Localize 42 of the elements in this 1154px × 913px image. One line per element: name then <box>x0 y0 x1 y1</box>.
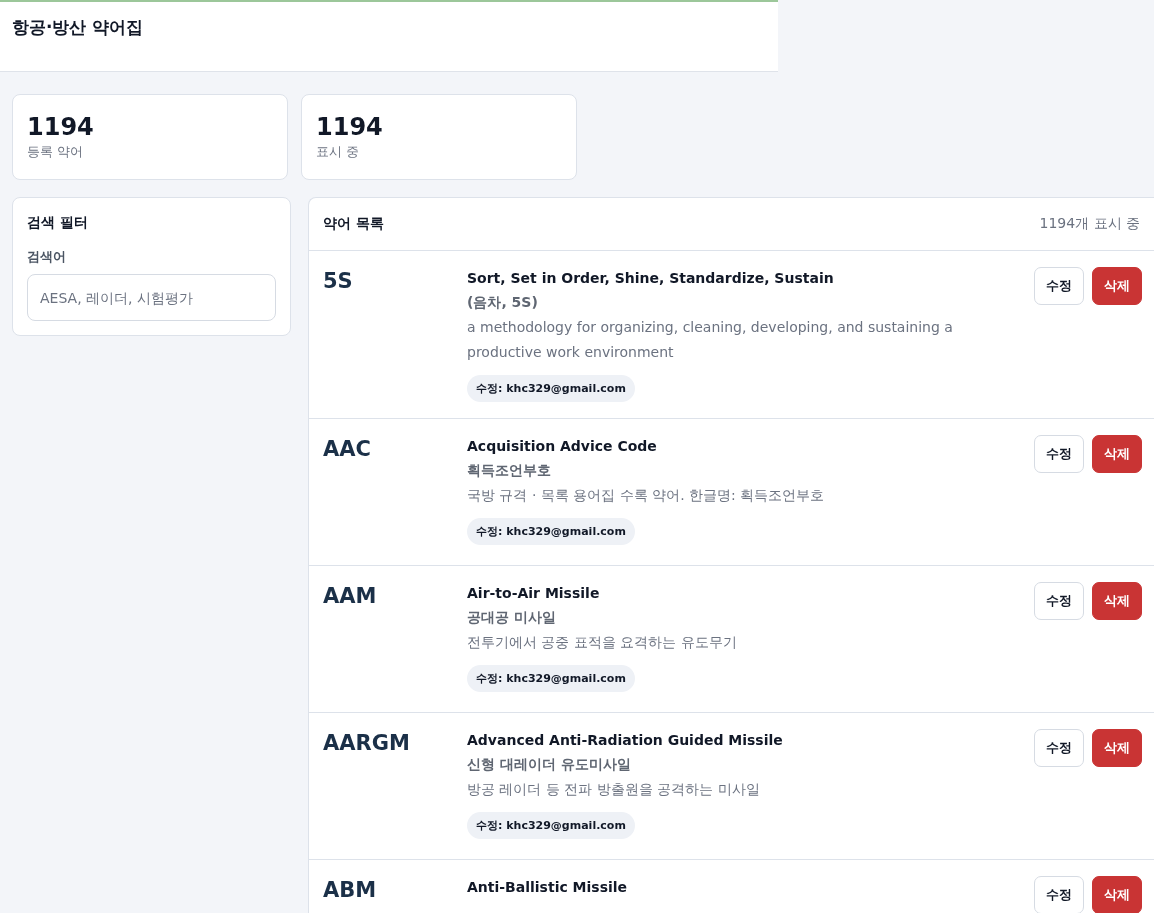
edit-button[interactable]: 수정 <box>1034 729 1084 767</box>
editor-tag: 수정: khc329@gmail.com <box>467 812 635 839</box>
list-count: 1194개 표시 중 <box>1039 215 1140 233</box>
delete-button[interactable]: 삭제 <box>1092 267 1142 305</box>
english-term: Anti-Ballistic Missile <box>467 878 628 897</box>
abbreviation: 5S <box>323 268 354 295</box>
english-term: Advanced Anti-Radiation Guided Missile <box>467 731 783 750</box>
filter-title: 검색 필터 <box>27 214 88 232</box>
editor-tag: 수정: khc329@gmail.com <box>467 665 635 692</box>
list-title: 약어 목록 <box>323 215 384 233</box>
english-term: Air-to-Air Missile <box>467 584 600 603</box>
delete-button[interactable]: 삭제 <box>1092 582 1142 620</box>
korean-term: (음차, 5S) <box>467 293 538 312</box>
edit-button[interactable]: 수정 <box>1034 435 1084 473</box>
description: a methodology for organizing, cleaning, developing, and sustaining a productive work environment <box>467 318 954 362</box>
description: 방공 레이더 등 전파 방출원을 공격하는 미사일 <box>467 780 760 799</box>
korean-term: 획득조언부호 <box>467 461 551 480</box>
stat-label: 표시 중 <box>316 143 360 161</box>
description: 전투기에서 공중 표적을 요격하는 유도무기 <box>467 633 737 652</box>
search-field[interactable]: AESA, 레이더, 시험평가 <box>27 274 276 321</box>
delete-button[interactable]: 삭제 <box>1092 435 1142 473</box>
edit-button[interactable]: 수정 <box>1034 876 1084 913</box>
edit-button[interactable]: 수정 <box>1034 267 1084 305</box>
abbreviation: AAC <box>323 436 372 463</box>
field-label: 검색어 <box>27 248 66 266</box>
english-term: Sort, Set in Order, Shine, Standardize, Sustain <box>467 269 834 288</box>
stat-label: 등록 약어 <box>27 143 84 161</box>
abbreviation: ABM <box>323 877 378 904</box>
korean-term: 신형 대레이더 유도미사일 <box>467 755 631 774</box>
editor-tag: 수정: khc329@gmail.com <box>467 518 635 545</box>
description: 국방 규격 · 목록 용어집 수록 약어. 한글명: 획득조언부호 <box>467 486 825 505</box>
abbreviation: AAM <box>323 583 378 610</box>
edit-button[interactable]: 수정 <box>1034 582 1084 620</box>
english-term: Acquisition Advice Code <box>467 437 657 456</box>
editor-tag: 수정: khc329@gmail.com <box>467 375 635 402</box>
stat-value: 1194 <box>27 113 94 141</box>
app-title: 항공·방산 약어집 <box>12 16 144 39</box>
korean-term: 공대공 미사일 <box>467 608 556 627</box>
delete-button[interactable]: 삭제 <box>1092 876 1142 913</box>
stat-value: 1194 <box>316 113 383 141</box>
abbreviation: AARGM <box>323 730 411 757</box>
delete-button[interactable]: 삭제 <box>1092 729 1142 767</box>
